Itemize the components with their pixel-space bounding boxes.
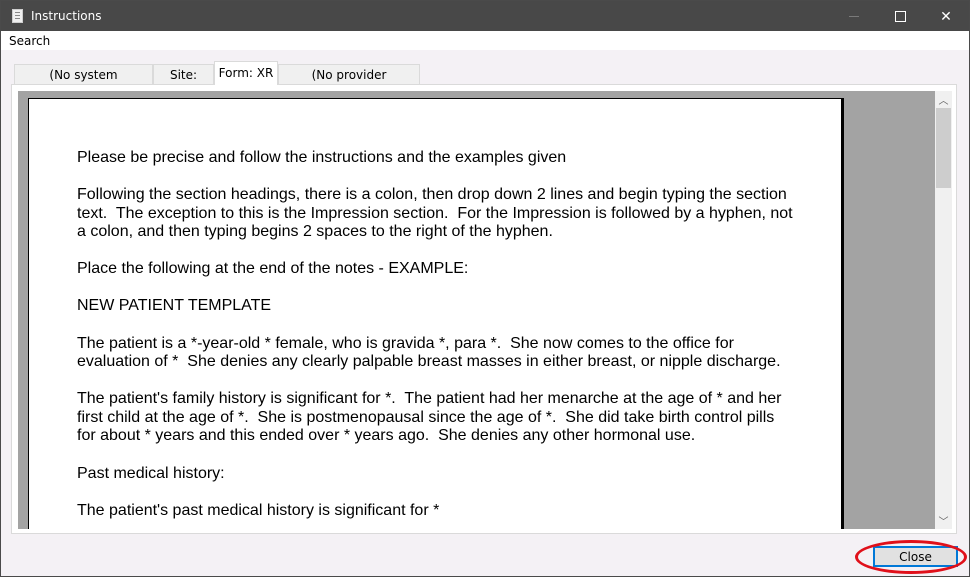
- tab-system-instructions[interactable]: (No system instructions): [14, 64, 153, 102]
- menu-bar: Search: [1, 31, 969, 50]
- chevron-down-icon: ﹀: [938, 517, 949, 528]
- paragraph: NEW PATIENT TEMPLATE: [77, 297, 272, 315]
- document-viewer[interactable]: Please be precise and follow the instruc…: [18, 91, 935, 529]
- paragraph: Place the following at the end of the no…: [77, 260, 469, 278]
- close-icon: ✕: [940, 7, 952, 24]
- document-page: Please be precise and follow the instruc…: [28, 98, 844, 529]
- title-bar: Instructions ✕: [1, 1, 969, 31]
- tab-form[interactable]: Form: XR: [214, 61, 278, 85]
- scroll-up-button[interactable]: ︿: [935, 91, 952, 108]
- document-body: Please be precise and follow the instruc…: [77, 149, 817, 529]
- close-button[interactable]: Close: [873, 546, 958, 567]
- chevron-up-icon: ︿: [938, 96, 949, 107]
- paragraph: The patient is a *-year-old * female, wh…: [77, 334, 781, 371]
- paragraph: Past medical history:: [77, 464, 225, 482]
- vertical-scrollbar[interactable]: ︿ ﹀: [935, 91, 952, 529]
- tab-site[interactable]: Site: 1000: [153, 64, 214, 102]
- window-title: Instructions: [31, 9, 102, 23]
- scroll-down-button[interactable]: ﹀: [935, 512, 952, 529]
- window-close-button[interactable]: ✕: [923, 1, 969, 31]
- paragraph: The patient's family history is signific…: [77, 390, 782, 445]
- scroll-thumb[interactable]: [936, 108, 951, 188]
- menu-search[interactable]: Search: [9, 34, 50, 48]
- minimize-icon: [849, 15, 859, 17]
- document-icon: [12, 9, 23, 23]
- tab-provider-instructions[interactable]: (No provider instructions): [278, 64, 420, 102]
- maximize-icon: [894, 10, 906, 22]
- paragraph: Following the section headings, there is…: [77, 186, 793, 241]
- paragraph: Please be precise and follow the instruc…: [77, 149, 567, 166]
- paragraph: The patient's past medical history is si…: [77, 501, 440, 519]
- maximize-button[interactable]: [877, 1, 923, 31]
- minimize-button[interactable]: [831, 1, 877, 31]
